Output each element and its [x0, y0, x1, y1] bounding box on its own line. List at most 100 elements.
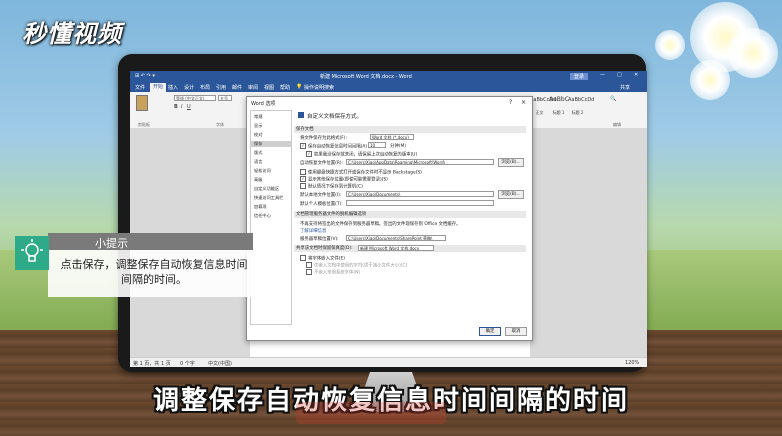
status-bar: 第 1 页，共 1 页 0 个字 中文(中国) 120%	[130, 357, 647, 367]
tab-layout[interactable]: 布局	[200, 84, 210, 91]
page-count: 第 1 页，共 1 页	[133, 361, 171, 367]
cancel-button[interactable]: 取消	[505, 327, 527, 336]
title-bar: ⊞ ↶ ↷ ▾ 新建 Microsoft Word 文档.docx - Word…	[130, 71, 647, 82]
dialog-title: Word 选项	[251, 101, 276, 107]
panel-header: 自定义文档保存方式。	[307, 114, 363, 120]
word-count: 0 个字	[180, 361, 195, 367]
nav-item-addins[interactable]: 加载项	[254, 204, 267, 210]
keep-last-row: ✓ 如果我没保存就关闭，请保留上次自动恢复的版本(U)	[306, 151, 417, 158]
signin-button[interactable]: 登录	[570, 73, 589, 80]
tip-text: 点击保存，调整保存自动恢复信息时间间隔的时间。	[60, 258, 248, 286]
tab-insert[interactable]: 插入	[168, 84, 178, 91]
keep-last-checkbox[interactable]: ✓	[306, 151, 312, 157]
section-offline: 文档管理服务器文件的脱机编辑选项	[294, 211, 526, 218]
help-icon[interactable]: ?	[509, 99, 512, 106]
template-label: 默认个人模板位置(T):	[300, 202, 343, 207]
ok-button[interactable]: 确定	[479, 327, 501, 336]
watermark-logo	[296, 400, 446, 431]
nav-item-accessibility[interactable]: 轻松访问	[254, 168, 271, 174]
embed-fonts-label: 将字体嵌入文件(E)	[308, 256, 345, 262]
tab-help[interactable]: 帮助	[280, 84, 290, 91]
format-select[interactable]: Word 文档 (*.docx)	[370, 134, 414, 140]
embed-fonts-checkbox[interactable]	[300, 255, 306, 261]
minutes-unit: 分钟(M)	[390, 144, 406, 149]
italic-icon[interactable]: I	[181, 104, 182, 110]
fidelity-label: 共享该文档时保留保真度(D):	[296, 246, 353, 251]
server-draft-input[interactable]: C:\Users\Xiao\Documents\SharePoint 草稿\	[346, 235, 446, 241]
lightbulb-icon: 💡	[296, 84, 303, 90]
local-path-input[interactable]: C:\Users\Xiao\Documents\	[346, 191, 494, 197]
offline-description: 不再支持将签出的文件保存到服务器草稿。签出的文件现保存到 Office 文档缓存…	[300, 222, 461, 227]
nav-item-general[interactable]: 常规	[254, 114, 262, 120]
tab-review[interactable]: 审阅	[248, 84, 258, 91]
browse-autorecover-button[interactable]: 浏览(B)...	[498, 158, 524, 167]
nav-item-typography[interactable]: 版式	[254, 150, 262, 156]
tell-me-search[interactable]: 操作说明搜索	[304, 84, 334, 91]
language-status: 中文(中国)	[208, 361, 232, 367]
embed-only-used-label: 仅嵌入文档中使用的字符(适于减小文件大小)(C)	[314, 263, 408, 269]
nav-item-quick-access[interactable]: 快速访问工具栏	[254, 195, 283, 201]
style-heading1[interactable]: AaBbC	[549, 96, 569, 110]
show-more-label: 显示其他保存位置(即使可能需要登录)(S)	[308, 177, 388, 183]
show-more-row: ✓ 显示其他保存位置(即使可能需要登录)(S)	[300, 176, 388, 183]
tab-file[interactable]: 文件	[135, 84, 145, 91]
nav-item-display[interactable]: 显示	[254, 123, 262, 129]
quick-access-toolbar[interactable]: ⊞ ↶ ↷ ▾	[135, 73, 155, 79]
autorecover-path-label: 自动恢复文件位置(R):	[300, 161, 344, 166]
tab-design[interactable]: 设计	[184, 84, 194, 91]
tab-home[interactable]: 开始	[150, 83, 167, 92]
nav-item-language[interactable]: 语言	[254, 159, 262, 165]
template-path-input[interactable]	[346, 200, 494, 206]
backstage-checkbox[interactable]	[300, 169, 306, 175]
autorecover-path-input[interactable]: C:\Users\Xiao\AppData\Roaming\Microsoft\…	[346, 159, 494, 165]
paste-icon[interactable]	[136, 95, 148, 111]
nav-item-advanced[interactable]: 高级	[254, 177, 262, 183]
font-size-select[interactable]: 五号	[218, 95, 232, 101]
embed-fonts-row: 将字体嵌入文件(E)	[300, 255, 345, 262]
minimize-icon[interactable]: —	[600, 72, 605, 78]
share-button[interactable]: 共享	[620, 84, 630, 91]
learn-more-link[interactable]: 了解详细信息	[300, 228, 326, 234]
tip-title: 小提示	[95, 237, 128, 250]
browse-local-button[interactable]: 浏览(B)...	[498, 190, 524, 199]
nav-item-customize-ribbon[interactable]: 自定义功能区	[254, 186, 279, 192]
close-icon[interactable]: ✕	[634, 72, 638, 78]
options-nav: 常规 显示 校对 保存 版式 语言 轻松访问 高级 自定义功能区 快速访问工具栏…	[250, 110, 292, 325]
no-common-fonts-label: 不嵌入常用系统字体(N)	[314, 270, 361, 276]
show-more-checkbox[interactable]: ✓	[300, 176, 306, 182]
autorecover-minutes-input[interactable]: 10	[368, 142, 386, 148]
ribbon-tabs: 文件 开始 插入 设计 布局 引用 邮件 审阅 视图 帮助 💡 操作说明搜索 共…	[130, 82, 647, 92]
embed-only-used-row: 仅嵌入文档中使用的字符(适于减小文件大小)(C)	[306, 262, 407, 269]
local-path-label: 默认本地文件位置(I):	[300, 193, 342, 198]
no-common-fonts-checkbox[interactable]	[306, 269, 312, 275]
zoom-level[interactable]: 120%	[625, 360, 639, 366]
tab-mailings[interactable]: 邮件	[232, 84, 242, 91]
nav-item-trust-center[interactable]: 信任中心	[254, 213, 271, 219]
default-pc-checkbox[interactable]	[300, 183, 306, 189]
dialog-close-icon[interactable]: ×	[521, 99, 526, 106]
fidelity-document-select[interactable]: 新建 Microsoft Word 文档.docx	[358, 245, 434, 251]
embed-only-used-checkbox[interactable]	[306, 262, 312, 268]
flower-decoration	[728, 28, 778, 78]
bold-icon[interactable]: B	[174, 104, 178, 110]
backstage-label: 使用键盘快捷方式打开或保存文件时不显示 Backstage(S)	[308, 170, 422, 176]
font-name-select[interactable]: 等线 (中文正文)	[174, 95, 216, 101]
save-icon	[298, 112, 304, 118]
brand-logo: 秒懂视频	[22, 20, 122, 48]
default-pc-row: 默认情况下保存到计算机(C)	[300, 183, 363, 190]
find-icon[interactable]: 🔍	[610, 96, 616, 102]
tab-references[interactable]: 引用	[216, 84, 226, 91]
underline-icon[interactable]: U	[187, 104, 191, 110]
maximize-icon[interactable]: □	[617, 72, 622, 78]
nav-item-proofing[interactable]: 校对	[254, 132, 262, 138]
style-heading2[interactable]: AaBbCcDd	[568, 97, 594, 111]
format-label: 将文件保存为此格式(F):	[300, 136, 347, 141]
autorecover-checkbox[interactable]: ✓	[300, 143, 306, 149]
nav-item-save[interactable]: 保存	[251, 141, 291, 147]
tab-view[interactable]: 视图	[264, 84, 274, 91]
styles-gallery: AaBbCcDdAaBbCAaBbCcDd	[530, 96, 594, 111]
tip-title-bar	[48, 233, 253, 250]
autorecover-label: 保存自动恢复信息时间间隔(A)	[308, 144, 368, 150]
lightbulb-icon	[15, 236, 49, 270]
backstage-row: 使用键盘快捷方式打开或保存文件时不显示 Backstage(S)	[300, 169, 422, 176]
